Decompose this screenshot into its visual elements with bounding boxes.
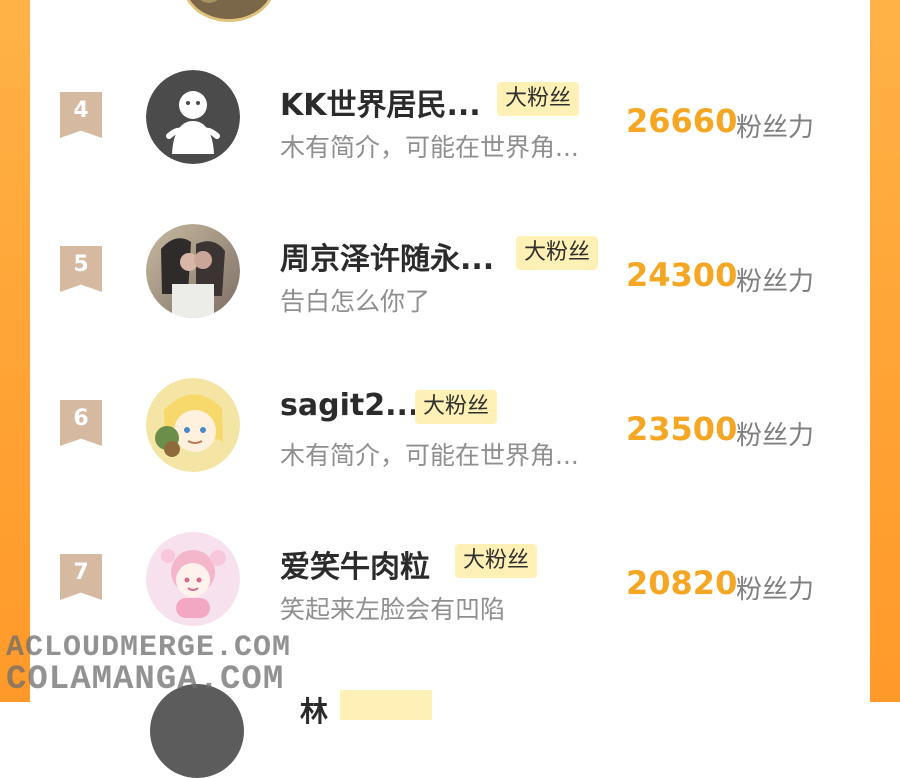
fan-level-tag: 大粉丝 xyxy=(415,390,498,424)
rank-badge: 6 xyxy=(60,400,102,446)
rank-badge: 7 xyxy=(60,554,102,600)
watermark-line-1: ACLOUDMERGE.COM xyxy=(6,631,292,665)
user-avatar[interactable] xyxy=(146,378,240,472)
fan-power-score: 26660 xyxy=(626,102,738,140)
user-name[interactable]: sagit2... xyxy=(280,388,419,423)
next-item-name-fragment: 林 xyxy=(300,695,329,728)
user-avatar[interactable] xyxy=(146,224,240,318)
user-bio: 告白怎么你了 xyxy=(280,287,431,316)
watermark-line-2: COLAMANGA.COM xyxy=(6,661,285,699)
user-avatar[interactable] xyxy=(146,70,240,164)
rank-item-5[interactable]: 5 周京泽许随永... 大粉丝 告白怎么你了 24300 粉丝力 xyxy=(30,214,870,334)
rank-item-6[interactable]: 6 sagit2... 大粉丝 木有简介，可能在世界角... 23500 粉丝力 xyxy=(30,368,870,488)
left-orange-border xyxy=(0,0,30,702)
user-avatar[interactable] xyxy=(146,532,240,626)
right-orange-border xyxy=(870,0,900,702)
user-bio: 木有简介，可能在世界角... xyxy=(280,441,579,470)
user-bio: 笑起来左脸会有凹陷 xyxy=(280,595,506,624)
rank-number: 7 xyxy=(73,560,89,585)
user-name[interactable]: 周京泽许随永... xyxy=(280,234,494,278)
user-name[interactable]: 爱笑牛肉粒 xyxy=(280,542,430,586)
fan-ranking-card: 4 KK世界居民... 大粉丝 木有简介，可能在世界角... 26660 粉丝力… xyxy=(30,0,870,778)
rank-item-7[interactable]: 7 爱笑牛肉粒 大粉丝 笑起来左脸会有凹陷 20820 粉丝力 xyxy=(30,522,870,642)
rank-number: 5 xyxy=(73,252,89,277)
previous-item-avatar[interactable] xyxy=(182,0,276,22)
fan-power-score: 23500 xyxy=(626,410,738,448)
fan-power-score: 24300 xyxy=(626,256,738,294)
fan-level-tag: 大粉丝 xyxy=(516,236,599,270)
fan-power-unit: 粉丝力 xyxy=(736,113,815,143)
user-name[interactable]: KK世界居民... xyxy=(280,80,481,124)
fan-power-unit: 粉丝力 xyxy=(736,267,815,297)
fan-power-score: 20820 xyxy=(626,564,738,602)
rank-item-4[interactable]: 4 KK世界居民... 大粉丝 木有简介，可能在世界角... 26660 粉丝力 xyxy=(30,60,870,180)
rank-number: 6 xyxy=(73,406,89,431)
fan-power-unit: 粉丝力 xyxy=(736,575,815,605)
fan-power-unit: 粉丝力 xyxy=(736,421,815,451)
fan-level-tag: 大粉丝 xyxy=(455,544,538,578)
user-bio: 木有简介，可能在世界角... xyxy=(280,133,579,162)
rank-number: 4 xyxy=(73,98,89,123)
next-item-tag xyxy=(340,690,432,720)
rank-badge: 5 xyxy=(60,246,102,292)
fan-level-tag: 大粉丝 xyxy=(497,82,580,116)
rank-badge: 4 xyxy=(60,92,102,138)
